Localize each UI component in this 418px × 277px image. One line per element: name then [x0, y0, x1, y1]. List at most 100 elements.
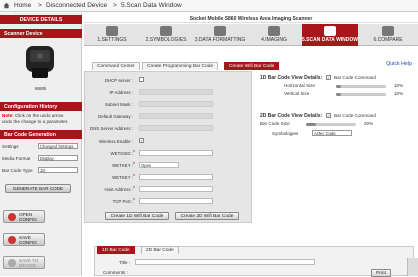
step-data-formatting[interactable]: 3.DATA FORMATTING — [194, 24, 246, 46]
barcode-size-2d-slider[interactable] — [306, 123, 356, 126]
gateway-label: Default Gateway : — [98, 114, 133, 119]
details-2d-label: 2D Bar Code View Details: — [260, 113, 323, 119]
scanner-device-image — [26, 46, 54, 78]
wetkey-field[interactable] — [139, 174, 213, 180]
barcode-command-1d-label: Bar Code Command — [334, 75, 376, 80]
folder-icon — [8, 212, 16, 221]
required-mark: * — [133, 198, 135, 204]
home-icon[interactable] — [3, 2, 10, 9]
format-icon — [214, 26, 226, 36]
compare-icon — [382, 26, 394, 36]
symbologies-select[interactable]: Aztec Code — [312, 130, 352, 136]
details-1d-label: 1D Bar Code View Details: — [260, 75, 323, 81]
comments-label: Comments : — [103, 270, 128, 275]
sidebar: DEVICE DETAILS Scanner Device 8680i Conf… — [0, 13, 82, 276]
scanner-device-header: Scanner Device — [0, 29, 82, 38]
dns-field[interactable] — [139, 125, 213, 131]
settings-select[interactable]: Changed Settings — [38, 143, 78, 149]
horizontal-size-label: Horizontal Size — [284, 83, 315, 88]
host-label: Host Address : — [104, 187, 133, 192]
wetkey-type-select[interactable]: Open — [139, 162, 179, 168]
breadcrumb-parent[interactable]: Disconnected Device — [46, 2, 107, 9]
barcode-size-2d-value: 20% — [364, 121, 374, 126]
host-field[interactable] — [139, 186, 213, 192]
wetssid-label: WETSSID : — [110, 151, 133, 156]
tcp-port-label: TCP Port : — [112, 199, 133, 204]
save-to-device-button[interactable]: SAVE TO DEVICE — [3, 256, 45, 269]
tab-command-center[interactable]: Command Center — [92, 62, 140, 70]
scan-window-icon — [324, 26, 336, 36]
step-symbologies[interactable]: 2.SYMBOLOGIES — [140, 24, 192, 46]
title-field[interactable] — [135, 259, 315, 265]
undo-note-continued: undo the change to a parameter. — [2, 119, 69, 124]
settings-label: Settings — [2, 144, 19, 149]
ip-field[interactable] — [139, 89, 213, 95]
window-title: Socket Mobile S860 Wireless Area Imaging… — [84, 13, 418, 23]
required-mark: * — [133, 162, 135, 168]
breadcrumb-separator: > — [38, 2, 42, 9]
step-imaging[interactable]: 4.IMAGING — [248, 24, 300, 46]
breadcrumb-home[interactable]: Home — [14, 2, 31, 9]
tab-1d-bar-code[interactable]: 1D Bar Code — [97, 246, 135, 254]
tab-2d-bar-code[interactable]: 2D Bar Code — [141, 246, 179, 254]
horizontal-size-value: 10% — [394, 83, 404, 88]
barcode-generation-header: Bar Code Generation — [0, 130, 82, 139]
scanner-model: 8680i — [35, 86, 47, 91]
wetkey-label: WETKEY : — [112, 175, 133, 180]
tab-create-wifi-bar-code[interactable]: Create Wifi Bar Code — [224, 62, 280, 70]
horizontal-size-slider[interactable] — [336, 85, 386, 88]
quick-help-link[interactable]: Quick Help — [386, 61, 412, 67]
wifi-form: DHCP server : IP Address : Subnet Mask :… — [84, 71, 252, 223]
device-icon — [8, 258, 16, 267]
barcode-type-label: Bar Code Type — [2, 168, 33, 173]
subnet-field[interactable] — [139, 101, 213, 107]
vertical-size-value: 10% — [394, 91, 404, 96]
open-config-button[interactable]: OPEN CONFIG — [3, 210, 45, 223]
vertical-size-label: Vertical Size — [284, 91, 310, 96]
barcode-view-details: 1D Bar Code View Details: ✓ Bar Code Com… — [260, 75, 414, 215]
barcode-command-2d-label: Bar Code Command — [334, 113, 376, 118]
step-settings[interactable]: 1.SETTINGS — [86, 24, 138, 46]
wetssid-field[interactable] — [139, 150, 213, 156]
step-navigation: 1.SETTINGS 2.SYMBOLOGIES 3.DATA FORMATTI… — [84, 24, 418, 46]
undo-note: Note: Click on the undo arrow — [2, 113, 64, 118]
symbologies-label: Symbologies — [272, 131, 299, 136]
barcode-type-select[interactable]: 1D — [38, 167, 78, 173]
media-format-label: Media Format — [2, 156, 31, 161]
required-mark: * — [133, 186, 135, 192]
barcode-command-2d-checkbox[interactable]: ✓ — [326, 113, 331, 118]
barcode-icon — [160, 26, 172, 36]
create-2d-wifi-button[interactable]: Create 2D Wifi Bar Code — [175, 212, 239, 220]
gateway-field[interactable] — [139, 113, 213, 119]
ip-label: IP Address : — [109, 90, 133, 95]
wireless-enable-label: Wireless Enable : — [98, 139, 133, 144]
dhcp-checkbox[interactable] — [139, 77, 144, 82]
scrollbar[interactable] — [407, 258, 418, 276]
dns-label: DNS Server Address : — [90, 126, 133, 131]
wetkey-type-label: WETKEY : — [112, 163, 133, 168]
title-label: Title : — [119, 260, 131, 265]
settings-icon — [106, 26, 118, 36]
tcp-port-field[interactable] — [139, 198, 213, 204]
barcode-size-2d-label: Bar Code Size — [260, 121, 290, 126]
breadcrumb: Home > Disconnected Device > 5.Scan Data… — [0, 0, 418, 12]
generate-barcode-button[interactable]: GENERATE BAR CODE — [5, 184, 71, 193]
dhcp-label: DHCP server : — [104, 78, 133, 83]
breadcrumb-separator: > — [113, 2, 117, 9]
save-config-button[interactable]: SAVE CONFIG — [3, 233, 45, 246]
tab-create-programming-bar-code[interactable]: Create Programming Bar Code — [142, 62, 219, 70]
step-compare[interactable]: 6.COMPARE — [362, 24, 414, 46]
main-panel: Socket Mobile S860 Wireless Area Imaging… — [84, 13, 418, 277]
step-scan-data-window[interactable]: 5.SCAN DATA WINDOW — [302, 24, 358, 46]
breadcrumb-current: 5.Scan Data Window — [121, 2, 182, 9]
camera-icon — [268, 26, 280, 36]
device-details-header: DEVICE DETAILS — [0, 15, 82, 24]
media-format-select[interactable]: Display — [38, 155, 78, 161]
required-mark: * — [133, 150, 135, 156]
wireless-enable-checkbox[interactable]: ✓ — [139, 138, 144, 143]
create-1d-wifi-button[interactable]: Create 1D Wifi Bar Code — [105, 212, 169, 220]
vertical-size-slider[interactable] — [336, 93, 386, 96]
barcode-command-1d-checkbox[interactable]: ✓ — [326, 75, 331, 80]
barcode-output-panel: 1D Bar Code 2D Bar Code Title : Comments… — [94, 246, 414, 277]
required-mark: * — [133, 174, 135, 180]
